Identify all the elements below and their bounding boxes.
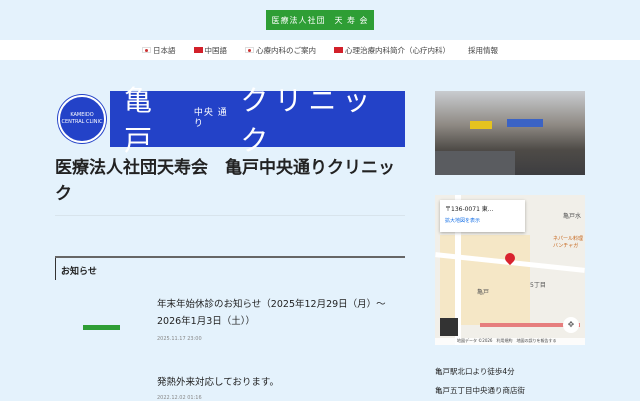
language-nav: 日本語 中国語 心療内科のご案内 心理治療内科简介（心疗内科） 採用情報 <box>0 40 640 60</box>
organization-badge[interactable]: 医療法人社団 天 寿 会 <box>266 10 374 30</box>
access-info: 亀戸駅北口より徒歩4分 <box>435 367 515 376</box>
map-label: 亀戸 <box>477 289 490 296</box>
clinic-storefront-photo <box>435 91 585 175</box>
nav-label: 中国語 <box>204 45 228 55</box>
map-label: 5丁目 <box>530 282 546 289</box>
nav-item-psychosomatic-chinese[interactable]: 心理治療内科简介（心疗内科） <box>334 45 450 56</box>
page-title: 医療法人社団天寿会 亀戸中央通りクリニック <box>55 158 395 204</box>
nav-label: 心理治療内科简介（心疗内科） <box>345 45 450 55</box>
news-item-date: 2025.11.17 23:00 <box>157 336 202 342</box>
news-thumbnail[interactable] <box>83 325 120 330</box>
access-info: 亀戸五丁目中央通り商店街 <box>435 386 525 395</box>
map-attribution: 地図データ ©2026 利用規約 地図の誤りを報告する <box>435 338 585 345</box>
china-flag-icon <box>334 47 343 53</box>
map-label: 亀戸水 <box>563 213 582 220</box>
map-info-box: 〒136-0071 東... 拡大地図を表示 <box>440 200 525 232</box>
clinic-logo[interactable]: KAMEIDO CENTRAL CLINIC 亀戸 中央 通り クリニック <box>58 84 405 157</box>
nav-item-japanese[interactable]: 日本語 <box>142 45 176 56</box>
news-item-date: 2022.12.02 01:16 <box>157 395 202 401</box>
turtle-emblem: KAMEIDO CENTRAL CLINIC <box>58 95 106 143</box>
japan-flag-icon <box>245 47 254 53</box>
map-address: 〒136-0071 東... <box>445 206 494 213</box>
news-heading: お知らせ <box>55 256 405 280</box>
google-map[interactable]: 〒136-0071 東... 拡大地図を表示 亀戸 5丁目 亀戸水 ネパール料理… <box>435 195 585 345</box>
china-flag-icon <box>193 47 203 53</box>
street-view-thumbnail[interactable] <box>440 318 458 336</box>
nav-item-psychosomatic[interactable]: 心療内科のご案内 <box>245 45 316 56</box>
view-larger-map-link[interactable]: 拡大地図を表示 <box>445 217 520 224</box>
divider <box>55 215 405 216</box>
logo-text-main: 亀戸 <box>124 84 159 157</box>
logo-banner: 亀戸 中央 通り クリニック <box>110 84 405 157</box>
news-item-title[interactable]: 年末年始休診のお知らせ（2025年12月29日（月）〜2026年1月3日（土）） <box>157 296 407 330</box>
nav-item-recruit[interactable]: 採用情報 <box>468 45 498 56</box>
nav-item-chinese[interactable]: 中国語 <box>193 45 228 56</box>
logo-text-small: 中央 通り <box>193 108 228 129</box>
japan-flag-icon <box>142 47 151 53</box>
news-item-title[interactable]: 発熱外来対応しております。 <box>157 374 407 391</box>
logo-text-clinic: クリニック <box>240 84 377 157</box>
nav-label: 日本語 <box>153 45 176 55</box>
nav-label: 心療内科のご案内 <box>256 45 316 55</box>
map-label: ネパール料理 バンチャガ <box>553 236 584 249</box>
map-camera-control-icon[interactable]: ✥ <box>563 317 579 333</box>
nav-label: 採用情報 <box>468 45 498 55</box>
